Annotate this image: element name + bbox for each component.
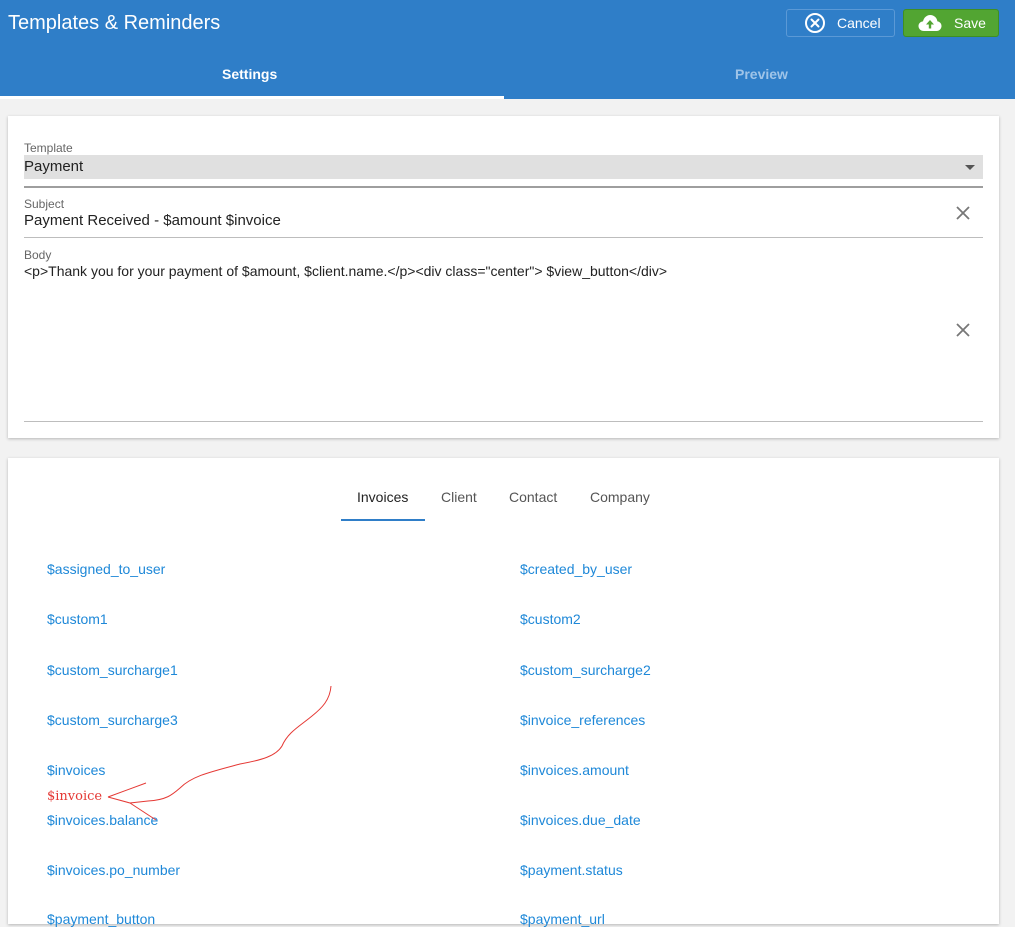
subject-underline xyxy=(24,237,983,238)
tab-settings[interactable]: Settings xyxy=(222,66,277,82)
body-clear-icon[interactable] xyxy=(955,322,971,338)
variable-link[interactable]: $custom1 xyxy=(47,611,108,627)
variable-link[interactable]: $invoices.due_date xyxy=(520,812,641,828)
variable-link[interactable]: $invoices.po_number xyxy=(47,862,180,878)
save-button[interactable]: Save xyxy=(903,9,999,37)
tab-contact[interactable]: Contact xyxy=(509,489,557,505)
cancel-button[interactable]: Cancel xyxy=(786,9,895,37)
variable-link[interactable]: $invoices.balance xyxy=(47,812,158,828)
variable-link[interactable]: $custom_surcharge3 xyxy=(47,712,178,728)
handwritten-annotation: $invoice xyxy=(47,789,103,804)
cancel-circle-icon xyxy=(803,11,827,35)
variable-link[interactable]: $payment.status xyxy=(520,862,623,878)
body-label: Body xyxy=(24,248,52,262)
tab-indicator xyxy=(0,96,504,99)
tab-company[interactable]: Company xyxy=(590,489,650,505)
subject-label: Subject xyxy=(24,197,65,211)
variable-link[interactable]: $invoices.amount xyxy=(520,762,629,778)
template-underline xyxy=(24,186,983,188)
variables-card xyxy=(8,458,999,924)
template-select[interactable] xyxy=(24,155,983,179)
body-textarea[interactable]: <p>Thank you for your payment of $amount… xyxy=(24,263,667,279)
variable-link[interactable]: $payment_button xyxy=(47,911,155,927)
cancel-label: Cancel xyxy=(837,15,881,31)
variable-link[interactable]: $custom_surcharge1 xyxy=(47,662,178,678)
variable-link[interactable]: $invoices xyxy=(47,762,105,778)
tab-preview[interactable]: Preview xyxy=(735,66,788,82)
variable-link[interactable]: $assigned_to_user xyxy=(47,561,165,577)
tab-invoices[interactable]: Invoices xyxy=(357,489,408,505)
variable-link[interactable]: $custom_surcharge2 xyxy=(520,662,651,678)
template-settings-card: Template Payment Subject Payment Receive… xyxy=(8,116,999,438)
variable-link[interactable]: $custom2 xyxy=(520,611,581,627)
variables-tab-indicator xyxy=(341,519,425,521)
body-underline xyxy=(24,421,983,422)
variable-link[interactable]: $invoice_references xyxy=(520,712,645,728)
cloud-upload-icon xyxy=(918,11,942,35)
tab-client[interactable]: Client xyxy=(441,489,477,505)
save-label: Save xyxy=(954,15,986,31)
subject-clear-icon[interactable] xyxy=(955,205,971,221)
template-value: Payment xyxy=(24,158,84,175)
variable-link[interactable]: $payment_url xyxy=(520,911,605,927)
page-title: Templates & Reminders xyxy=(8,12,221,34)
app-bar: Templates & Reminders Cancel Save Settin… xyxy=(0,0,1015,99)
template-label: Template xyxy=(24,141,73,155)
variable-link[interactable]: $created_by_user xyxy=(520,561,632,577)
subject-input[interactable]: Payment Received - $amount $invoice xyxy=(24,212,281,229)
dropdown-arrow-icon[interactable] xyxy=(965,165,975,170)
